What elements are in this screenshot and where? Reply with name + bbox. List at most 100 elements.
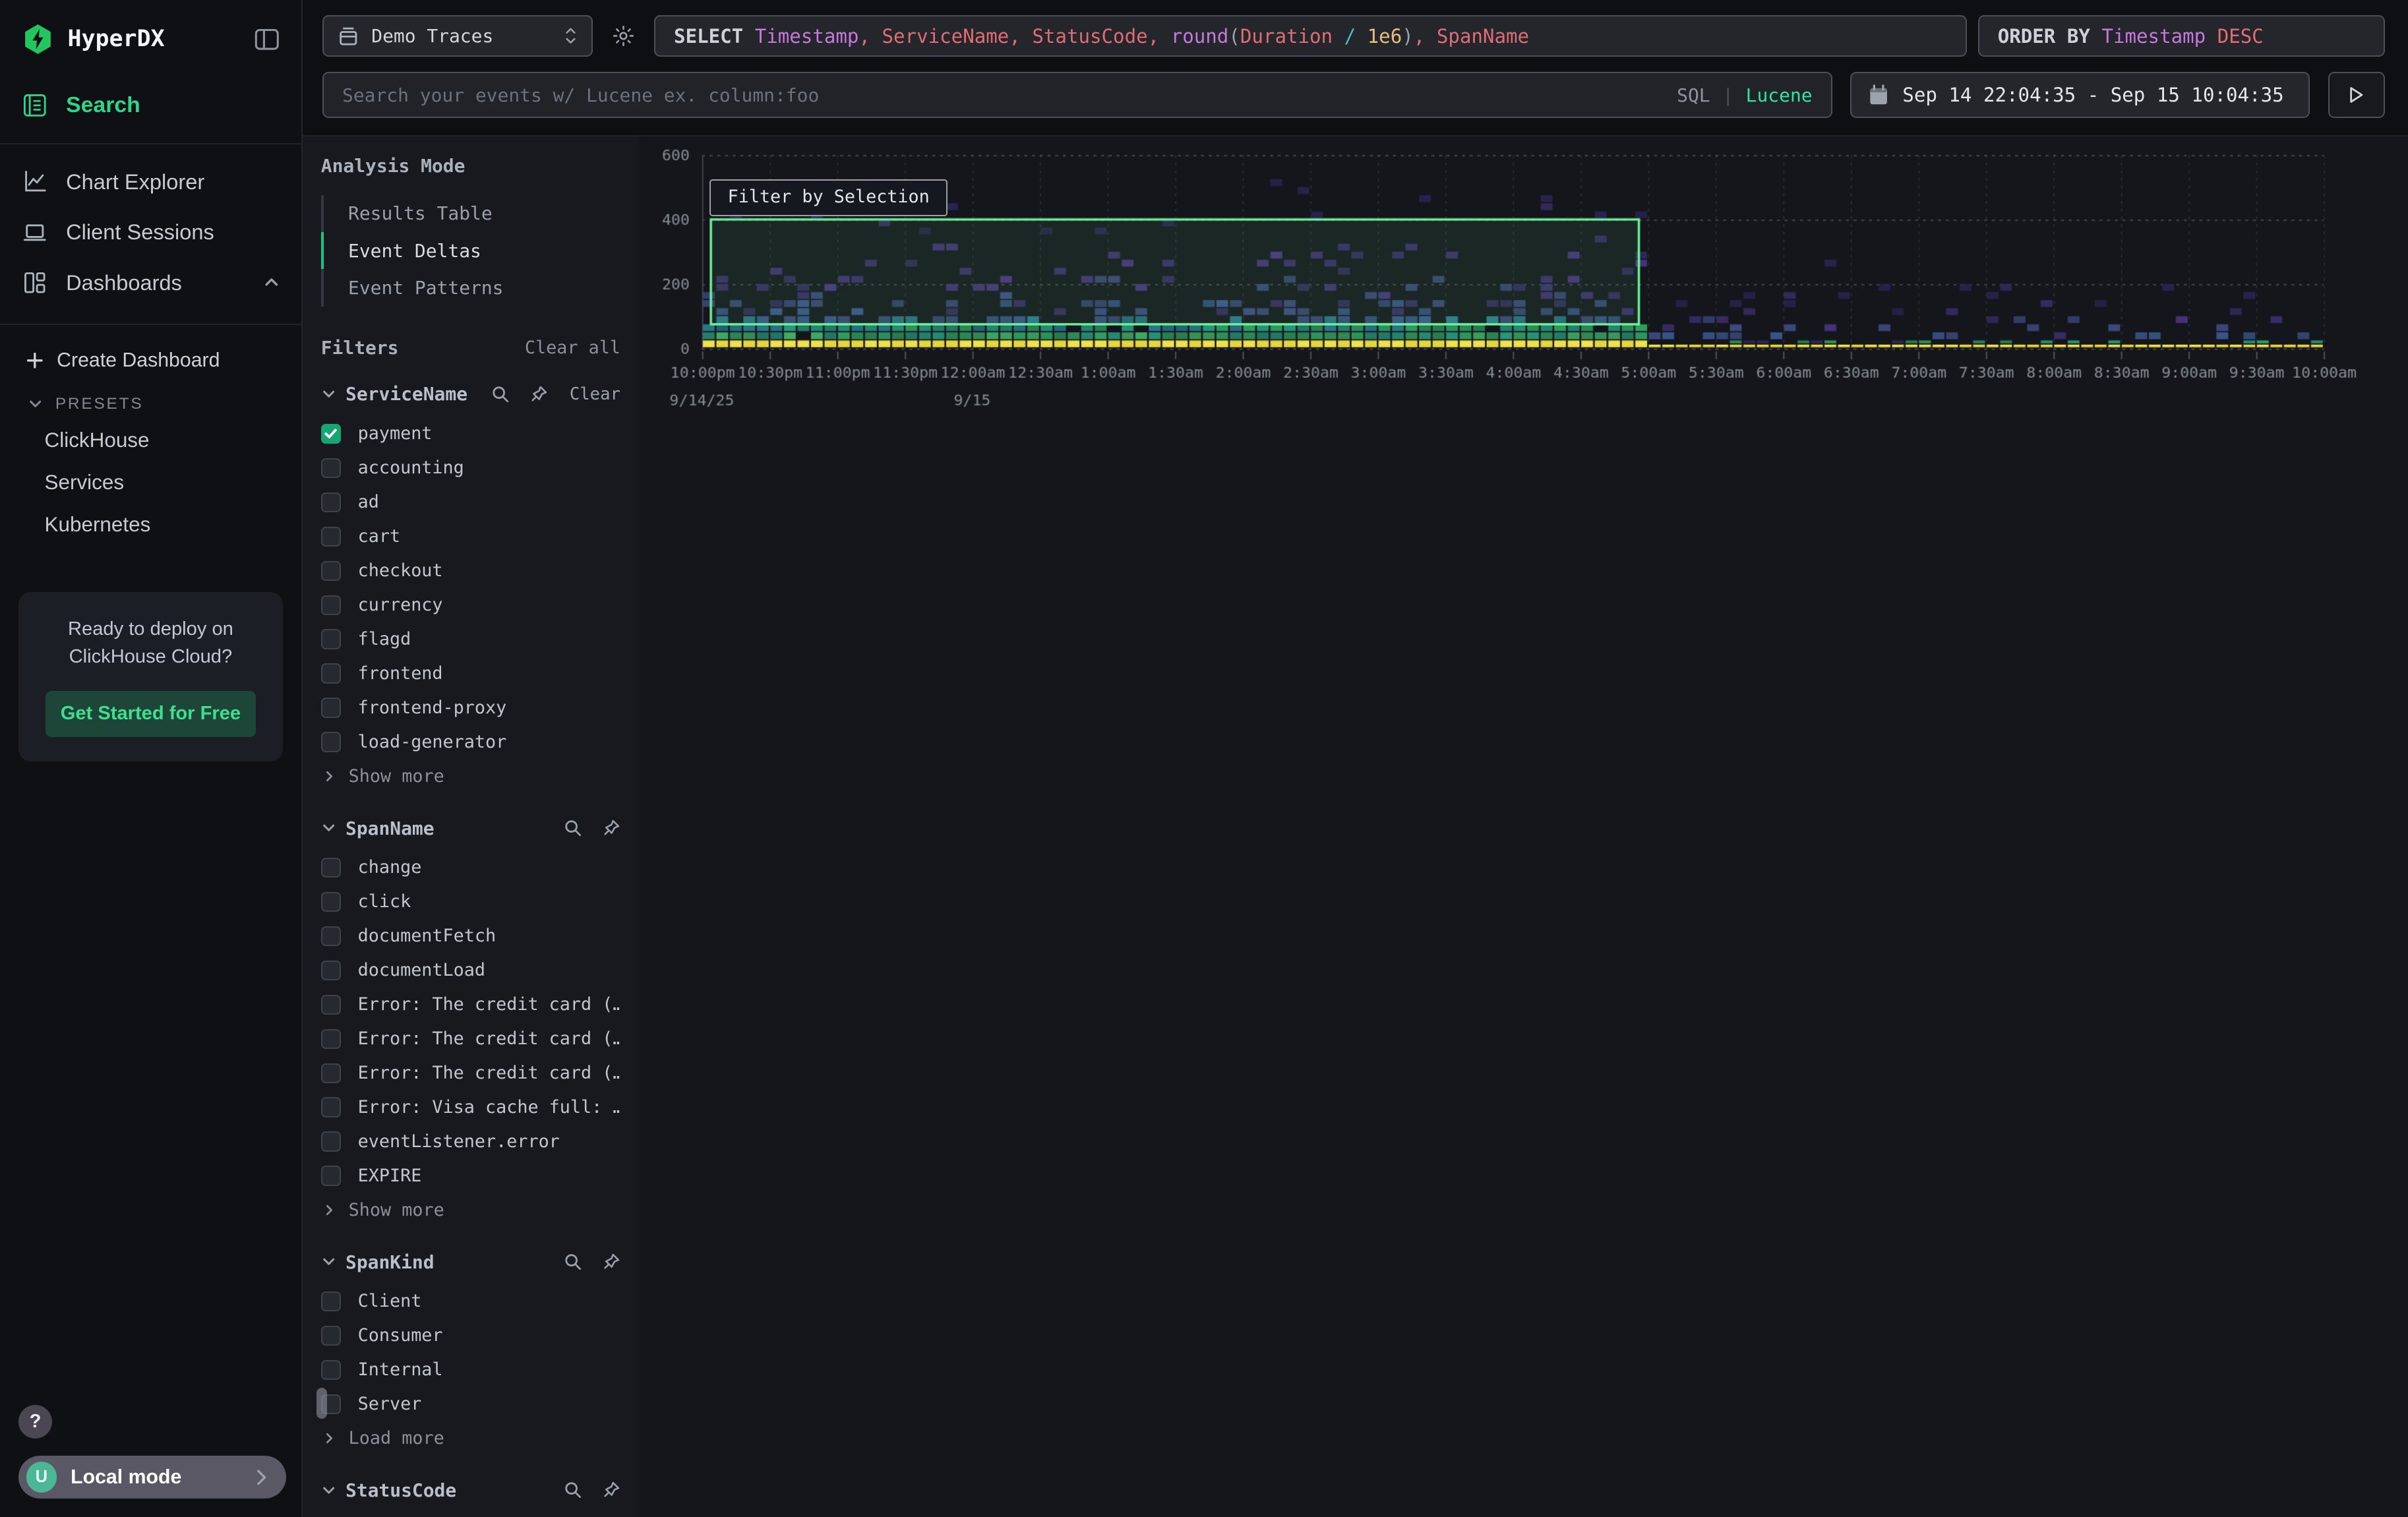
checkbox[interactable] (321, 1166, 341, 1185)
lucene-toggle[interactable]: Lucene (1746, 84, 1813, 106)
filter-option[interactable]: Client (321, 1291, 620, 1311)
filter-option[interactable]: Server (321, 1394, 620, 1414)
filter-option-label: Client (358, 1291, 422, 1311)
query-token: ORDER BY (1998, 25, 2102, 47)
filter-option-label: Error: Visa cache full: … (358, 1097, 620, 1117)
get-started-button[interactable]: Get Started for Free (45, 691, 256, 737)
checkbox[interactable] (321, 663, 341, 683)
show-more-button[interactable]: Show more (322, 766, 620, 787)
sql-toggle[interactable]: SQL (1677, 84, 1710, 106)
checkbox[interactable] (321, 492, 341, 512)
checkbox[interactable] (321, 1029, 341, 1049)
checkbox[interactable] (321, 424, 341, 444)
presets-toggle[interactable]: PRESETS (0, 381, 301, 419)
search-icon[interactable] (564, 819, 582, 837)
sidebar-item-search[interactable]: Search (22, 92, 280, 119)
filter-option[interactable]: ad (321, 492, 620, 512)
clear-all-filters-button[interactable]: Clear all (525, 338, 620, 358)
source-settings-gear-icon[interactable] (603, 15, 644, 57)
checkbox[interactable] (321, 732, 341, 752)
filter-option[interactable]: EXPIRE (321, 1166, 620, 1186)
help-button[interactable]: ? (18, 1405, 52, 1439)
checkbox[interactable] (321, 1326, 341, 1346)
sql-select-input[interactable]: SELECT Timestamp, ServiceName, StatusCod… (654, 15, 1967, 57)
checkbox[interactable] (321, 892, 341, 912)
checkbox[interactable] (321, 1292, 341, 1311)
filter-option[interactable]: Consumer (321, 1325, 620, 1346)
search-icon[interactable] (564, 1253, 582, 1271)
filter-option[interactable]: eventListener.error (321, 1131, 620, 1152)
local-mode-button[interactable]: U Local mode (18, 1456, 286, 1499)
filter-option[interactable]: checkout (321, 560, 620, 581)
filter-option[interactable]: Error: The credit card (… (321, 1028, 620, 1049)
scrollbar-thumb[interactable] (316, 1388, 327, 1419)
collapse-sidebar-icon[interactable] (254, 26, 280, 53)
date-range-picker[interactable]: Sep 14 22:04:35 - Sep 15 10:04:35 (1850, 72, 2309, 118)
filter-option[interactable]: frontend (321, 663, 620, 684)
pin-icon[interactable] (602, 819, 620, 837)
checkbox[interactable] (321, 858, 341, 877)
filter-by-selection-button[interactable]: Filter by Selection (709, 179, 948, 216)
filter-option-label: accounting (358, 458, 464, 478)
filter-option[interactable]: documentFetch (321, 926, 620, 946)
checkbox[interactable] (321, 527, 341, 547)
checkbox[interactable] (321, 926, 341, 946)
source-select[interactable]: Demo Traces (322, 15, 593, 57)
filter-option[interactable]: Error: Visa cache full: … (321, 1097, 620, 1117)
filter-option[interactable]: accounting (321, 458, 620, 478)
checkbox[interactable] (321, 1097, 341, 1117)
show-more-button[interactable]: Load more (322, 1428, 620, 1448)
checkbox[interactable] (321, 698, 341, 717)
checkbox[interactable] (321, 961, 341, 980)
sidebar-item-chart-explorer[interactable]: Chart Explorer (0, 156, 301, 207)
filter-option[interactable]: change (321, 857, 620, 877)
pin-icon[interactable] (529, 385, 548, 403)
checkbox[interactable] (321, 561, 341, 581)
chevron-down-icon[interactable] (321, 386, 336, 402)
chevron-down-icon[interactable] (321, 820, 336, 835)
filter-option[interactable]: Error: The credit card (… (321, 1063, 620, 1083)
checkbox[interactable] (321, 458, 341, 478)
show-more-button[interactable]: Show more (322, 1200, 620, 1220)
sidebar-item-dashboards[interactable]: Dashboards (0, 258, 301, 309)
sidebar-item-client-sessions[interactable]: Client Sessions (0, 207, 301, 258)
checkbox[interactable] (321, 1131, 341, 1151)
filter-option[interactable]: documentLoad (321, 960, 620, 980)
create-dashboard-button[interactable]: Create Dashboard (0, 340, 301, 381)
filter-option[interactable]: Internal (321, 1359, 620, 1380)
run-query-button[interactable] (2328, 72, 2385, 118)
filter-option[interactable]: cart (321, 526, 620, 547)
analysis-mode-results-table[interactable]: Results Table (321, 195, 620, 232)
filter-option[interactable]: flagd (321, 629, 620, 649)
filter-option[interactable]: currency (321, 595, 620, 615)
checkbox[interactable] (321, 629, 341, 649)
dashboard-grid-icon (22, 270, 48, 296)
filter-option[interactable]: payment (321, 423, 620, 444)
chart-line-icon (22, 169, 48, 195)
checkbox[interactable] (321, 995, 341, 1015)
sidebar-item-services[interactable]: Services (0, 461, 301, 504)
brand-name: HyperDX (67, 26, 164, 52)
database-icon (338, 25, 359, 47)
sidebar-item-clickhouse[interactable]: ClickHouse (0, 419, 301, 461)
analysis-mode-event-deltas[interactable]: Event Deltas (321, 232, 620, 269)
chevron-down-icon[interactable] (321, 1254, 336, 1269)
filter-clear-button[interactable]: Clear (570, 384, 620, 404)
analysis-mode-event-patterns[interactable]: Event Patterns (321, 269, 620, 306)
filter-option[interactable]: load-generator (321, 732, 620, 752)
order-by-input[interactable]: ORDER BY Timestamp DESC (1978, 15, 2385, 57)
pin-icon[interactable] (602, 1481, 620, 1499)
checkbox[interactable] (321, 1063, 341, 1083)
chevron-down-icon[interactable] (321, 1483, 336, 1498)
checkbox[interactable] (321, 595, 341, 615)
filter-option[interactable]: Error: The credit card (… (321, 994, 620, 1015)
pin-icon[interactable] (602, 1253, 620, 1271)
sidebar-item-kubernetes[interactable]: Kubernetes (0, 504, 301, 546)
search-input[interactable] (342, 84, 1662, 106)
filter-option[interactable]: click (321, 891, 620, 912)
search-icon[interactable] (491, 385, 510, 403)
search-icon[interactable] (564, 1481, 582, 1499)
date-range-value: Sep 14 22:04:35 - Sep 15 10:04:35 (1902, 84, 2283, 106)
filter-option[interactable]: frontend-proxy (321, 698, 620, 718)
checkbox[interactable] (321, 1360, 341, 1380)
